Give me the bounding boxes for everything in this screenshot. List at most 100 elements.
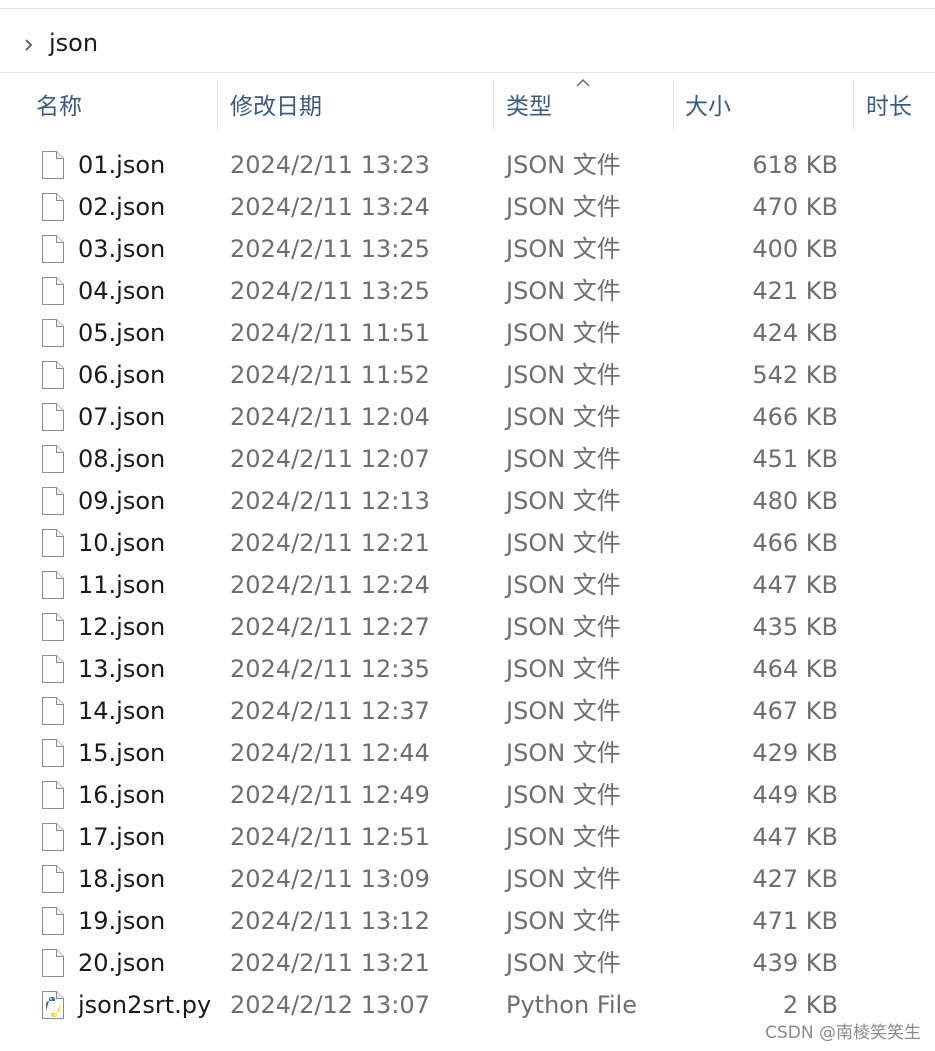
file-type: JSON 文件: [506, 655, 621, 683]
file-name[interactable]: 15.json: [78, 732, 165, 774]
file-name[interactable]: 12.json: [78, 606, 165, 648]
file-row[interactable]: 20.json 2024/2/11 13:21 JSON 文件 439 KB: [0, 942, 935, 984]
file-name[interactable]: 09.json: [78, 480, 165, 522]
column-resize-handle[interactable]: [853, 81, 854, 131]
file-type: JSON 文件: [506, 781, 621, 809]
file-size: 435 KB: [752, 613, 838, 641]
file-name[interactable]: 05.json: [78, 312, 165, 354]
file-row[interactable]: 16.json 2024/2/11 12:49 JSON 文件 449 KB: [0, 774, 935, 816]
column-header-duration[interactable]: 时长: [866, 73, 912, 133]
column-header-size[interactable]: 大小: [685, 73, 731, 133]
file-type: JSON 文件: [506, 529, 621, 557]
file-modified-date: 2024/2/11 12:44: [230, 739, 430, 767]
file-row[interactable]: 18.json 2024/2/11 13:09 JSON 文件 427 KB: [0, 858, 935, 900]
column-resize-handle[interactable]: [493, 81, 494, 131]
file-type: JSON 文件: [506, 193, 621, 221]
file-row[interactable]: 09.json 2024/2/11 12:13 JSON 文件 480 KB: [0, 480, 935, 522]
file-name[interactable]: 08.json: [78, 438, 165, 480]
file-name[interactable]: 01.json: [78, 144, 165, 186]
json-file-icon: [42, 823, 64, 851]
file-type: Python File: [506, 991, 637, 1019]
file-size: 466 KB: [752, 403, 838, 431]
file-name[interactable]: 03.json: [78, 228, 165, 270]
file-modified-date: 2024/2/11 13:21: [230, 949, 430, 977]
file-row[interactable]: 14.json 2024/2/11 12:37 JSON 文件 467 KB: [0, 690, 935, 732]
file-name[interactable]: 16.json: [78, 774, 165, 816]
file-type: JSON 文件: [506, 907, 621, 935]
file-type: JSON 文件: [506, 571, 621, 599]
watermark: CSDN @南棱笑笑生: [765, 1023, 921, 1043]
file-type: JSON 文件: [506, 403, 621, 431]
file-type: JSON 文件: [506, 361, 621, 389]
json-file-icon: [42, 781, 64, 809]
file-modified-date: 2024/2/11 13:25: [230, 277, 430, 305]
file-row[interactable]: 17.json 2024/2/11 12:51 JSON 文件 447 KB: [0, 816, 935, 858]
file-row[interactable]: 03.json 2024/2/11 13:25 JSON 文件 400 KB: [0, 228, 935, 270]
json-file-icon: [42, 907, 64, 935]
address-bar[interactable]: json: [0, 14, 935, 72]
file-row[interactable]: 12.json 2024/2/11 12:27 JSON 文件 435 KB: [0, 606, 935, 648]
file-type: JSON 文件: [506, 865, 621, 893]
file-modified-date: 2024/2/11 11:52: [230, 361, 430, 389]
file-name[interactable]: 14.json: [78, 690, 165, 732]
file-name[interactable]: 02.json: [78, 186, 165, 228]
file-modified-date: 2024/2/11 13:25: [230, 235, 430, 263]
file-size: 464 KB: [752, 655, 838, 683]
file-name[interactable]: 13.json: [78, 648, 165, 690]
file-row[interactable]: 08.json 2024/2/11 12:07 JSON 文件 451 KB: [0, 438, 935, 480]
file-row[interactable]: 05.json 2024/2/11 11:51 JSON 文件 424 KB: [0, 312, 935, 354]
chevron-right-icon[interactable]: [22, 38, 36, 52]
file-row[interactable]: 13.json 2024/2/11 12:35 JSON 文件 464 KB: [0, 648, 935, 690]
json-file-icon: [42, 571, 64, 599]
file-row[interactable]: 19.json 2024/2/11 13:12 JSON 文件 471 KB: [0, 900, 935, 942]
json-file-icon: [42, 319, 64, 347]
json-file-icon: [42, 193, 64, 221]
file-type: JSON 文件: [506, 823, 621, 851]
file-type: JSON 文件: [506, 445, 621, 473]
breadcrumb-folder[interactable]: json: [49, 28, 98, 58]
column-header-type[interactable]: 类型: [506, 73, 552, 133]
file-row[interactable]: 10.json 2024/2/11 12:21 JSON 文件 466 KB: [0, 522, 935, 564]
file-name[interactable]: 07.json: [78, 396, 165, 438]
file-modified-date: 2024/2/11 13:09: [230, 865, 430, 893]
file-name[interactable]: 17.json: [78, 816, 165, 858]
file-name[interactable]: 11.json: [78, 564, 165, 606]
file-size: 429 KB: [752, 739, 838, 767]
json-file-icon: [42, 613, 64, 641]
file-name[interactable]: 04.json: [78, 270, 165, 312]
json-file-icon: [42, 739, 64, 767]
file-modified-date: 2024/2/11 13:12: [230, 907, 430, 935]
file-row[interactable]: 06.json 2024/2/11 11:52 JSON 文件 542 KB: [0, 354, 935, 396]
json-file-icon: [42, 361, 64, 389]
file-modified-date: 2024/2/11 12:24: [230, 571, 430, 599]
file-size: 467 KB: [752, 697, 838, 725]
file-size: 449 KB: [752, 781, 838, 809]
file-name[interactable]: 19.json: [78, 900, 165, 942]
column-resize-handle[interactable]: [673, 81, 674, 131]
file-name[interactable]: 18.json: [78, 858, 165, 900]
top-divider: [0, 8, 935, 9]
file-row[interactable]: 02.json 2024/2/11 13:24 JSON 文件 470 KB: [0, 186, 935, 228]
file-row[interactable]: 07.json 2024/2/11 12:04 JSON 文件 466 KB: [0, 396, 935, 438]
column-resize-handle[interactable]: [217, 81, 218, 131]
file-row[interactable]: 11.json 2024/2/11 12:24 JSON 文件 447 KB: [0, 564, 935, 606]
file-row[interactable]: 15.json 2024/2/11 12:44 JSON 文件 429 KB: [0, 732, 935, 774]
file-size: 447 KB: [752, 571, 838, 599]
file-modified-date: 2024/2/11 12:35: [230, 655, 430, 683]
file-name[interactable]: json2srt.py: [78, 984, 211, 1026]
file-size: 470 KB: [752, 193, 838, 221]
column-header-name[interactable]: 名称: [36, 73, 82, 133]
file-modified-date: 2024/2/11 12:13: [230, 487, 430, 515]
file-name[interactable]: 10.json: [78, 522, 165, 564]
file-row[interactable]: 04.json 2024/2/11 13:25 JSON 文件 421 KB: [0, 270, 935, 312]
file-size: 618 KB: [752, 151, 838, 179]
file-modified-date: 2024/2/11 12:04: [230, 403, 430, 431]
file-size: 451 KB: [752, 445, 838, 473]
file-modified-date: 2024/2/11 12:21: [230, 529, 430, 557]
file-name[interactable]: 20.json: [78, 942, 165, 984]
json-file-icon: [42, 697, 64, 725]
file-size: 542 KB: [752, 361, 838, 389]
file-row[interactable]: 01.json 2024/2/11 13:23 JSON 文件 618 KB: [0, 144, 935, 186]
column-header-modified[interactable]: 修改日期: [230, 73, 322, 133]
file-name[interactable]: 06.json: [78, 354, 165, 396]
